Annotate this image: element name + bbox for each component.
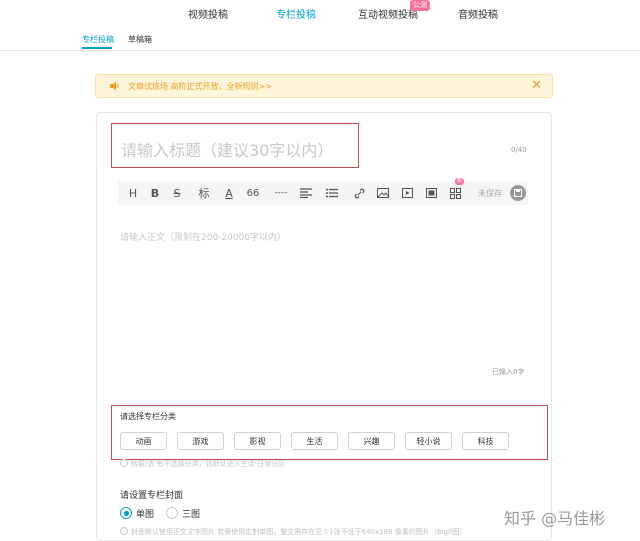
align-button[interactable] — [298, 181, 314, 205]
cover-triple-radio[interactable] — [166, 507, 178, 519]
category-option-game[interactable]: 游戏 — [177, 432, 224, 450]
image-button[interactable] — [376, 181, 390, 205]
category-option-light-novel[interactable]: 轻小说 — [405, 432, 452, 450]
list-button[interactable] — [324, 181, 340, 205]
editor-toolbar: H B S 标 A 66 ---- 未保存 — [118, 181, 528, 205]
category-option-interest[interactable]: 兴趣 — [348, 432, 395, 450]
new-feature-badge: 新 — [455, 178, 465, 185]
image-icon — [377, 188, 389, 198]
category-option-tech[interactable]: 科技 — [462, 432, 509, 450]
watermark: 知乎 @马佳彬 — [504, 509, 606, 528]
nav-divider — [0, 50, 640, 51]
cover-single-radio[interactable] — [120, 507, 132, 519]
cover-single-label[interactable]: 单图 — [136, 507, 154, 520]
category-label: 请选择专栏分类 — [120, 412, 176, 421]
cover-hint: 封面默认使用正文文字图片 若需使用定制单图，整文需存在至少1张不低于640x18… — [120, 527, 466, 537]
strikethrough-button[interactable]: S — [170, 181, 184, 205]
save-status: 未保存 — [478, 189, 502, 198]
link-button[interactable] — [352, 181, 366, 205]
tab-column-upload[interactable]: 专栏投稿 — [276, 6, 316, 21]
bold-button[interactable]: B — [148, 181, 162, 205]
body-placeholder[interactable]: 请输入正文（限制在200-20000字以内） — [120, 230, 286, 243]
tab-interactive-video-upload[interactable]: 互动视频投稿 — [358, 6, 418, 21]
title-placeholder: 请输入标题（建议30字以内） — [121, 141, 334, 160]
divider-button[interactable]: ---- — [270, 181, 292, 205]
cover-label: 请设置专栏封面 — [120, 491, 184, 501]
close-icon[interactable]: ✕ — [531, 78, 542, 93]
card-icon — [425, 188, 437, 198]
category-section: 请选择专栏分类 动画 游戏 影视 生活 兴趣 轻小说 科技 — [111, 405, 548, 460]
sub-nav: 专栏投稿 草稿箱 — [0, 32, 640, 50]
card-button[interactable] — [424, 181, 438, 205]
editor-card — [96, 112, 552, 541]
save-button[interactable] — [510, 185, 526, 201]
tab-video-upload[interactable]: 视频投稿 — [188, 6, 228, 21]
info-icon — [120, 459, 128, 467]
top-nav: 视频投稿 专栏投稿 互动视频投稿 公测 音频投稿 — [0, 0, 640, 26]
tab-audio-upload[interactable]: 音频投稿 — [458, 6, 498, 21]
word-count: 已输入0字 — [492, 368, 525, 376]
video-button[interactable] — [400, 181, 414, 205]
title-char-counter: 0/40 — [511, 146, 527, 154]
align-left-icon — [300, 188, 312, 198]
category-option-film[interactable]: 影视 — [234, 432, 281, 450]
category-option-life[interactable]: 生活 — [291, 432, 338, 450]
category-hint-text: 转载/选 有不选择分类，则默认进入生活-日常分区 — [131, 460, 286, 468]
quote-button[interactable]: 66 — [244, 181, 262, 205]
category-hint: 转载/选 有不选择分类，则默认进入生活-日常分区 — [120, 459, 285, 469]
list-icon — [326, 188, 338, 198]
speaker-icon — [110, 81, 119, 91]
notice-banner: 文章试炼场 高阶正式开放，全新规则>> ✕ — [95, 74, 553, 98]
font-color-button[interactable]: A — [222, 181, 236, 205]
save-icon — [514, 189, 522, 197]
info-icon — [120, 527, 128, 535]
cover-hint-text: 封面默认使用正文文字图片 若需使用定制单图，整文需存在至少1张不低于640x18… — [131, 528, 467, 536]
heading-button[interactable]: H — [126, 181, 140, 205]
category-option-anime[interactable]: 动画 — [120, 432, 167, 450]
video-icon — [401, 188, 413, 198]
notice-text[interactable]: 文章试炼场 高阶正式开放，全新规则>> — [128, 81, 272, 92]
grid-icon — [449, 187, 461, 199]
title-input[interactable]: 请输入标题（建议30字以内） — [111, 123, 359, 168]
beta-badge: 公测 — [410, 0, 430, 11]
cover-triple-label[interactable]: 三图 — [182, 507, 200, 520]
subtab-drafts[interactable]: 草稿箱 — [128, 34, 152, 45]
subtab-column-upload[interactable]: 专栏投稿 — [82, 34, 114, 45]
tag-button[interactable]: 标 — [196, 181, 212, 205]
link-icon — [354, 188, 364, 198]
active-tab-underline — [82, 47, 112, 49]
